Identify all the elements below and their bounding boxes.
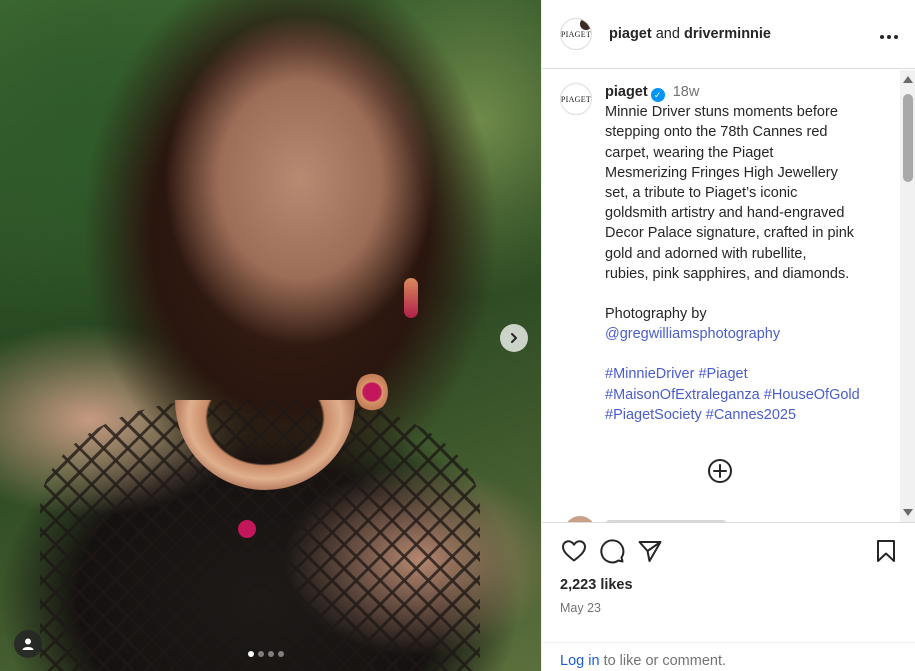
plus-circle-icon [708,459,732,483]
carousel-indicator [248,651,284,657]
post-header: PIAGET piaget and driverminnie [542,0,915,69]
photo-earring [404,278,418,318]
caption-comment: PIAGET piaget ✓ 18w Minnie Driver stuns mo… [542,70,900,425]
caption-line: Minnie Driver stuns moments before [605,104,838,121]
paper-plane-icon [638,541,662,562]
caption-line: gold and adorned with rubellite, [605,245,807,262]
save-button[interactable] [870,535,902,567]
hashtags-line[interactable]: #PiagetSociety #Cannes2025 [605,405,890,425]
author-avatar[interactable]: PIAGET [560,18,592,50]
load-more-comments-button[interactable] [706,457,734,485]
login-prompt: Log in to like or comment. [542,642,915,671]
hashtags-line[interactable]: #MinnieDriver #Piaget [605,364,890,384]
caption-line: Mesmerizing Fringes High Jewellery [605,164,838,181]
share-button[interactable] [634,535,666,567]
carousel-dot [268,651,274,657]
likes-count[interactable]: 2,223 likes [542,577,915,593]
scroll-down-arrow-icon[interactable] [903,509,913,516]
user-tag-icon [22,638,34,650]
login-prompt-text: to like or comment. [599,653,727,669]
login-link[interactable]: Log in [560,653,600,669]
collaborator-avatar[interactable] [578,19,591,32]
collaborator-username[interactable]: driverminnie [684,26,771,42]
comments-section[interactable]: PIAGET piaget ✓ 18w Minnie Driver stuns mo… [542,70,900,522]
caption-line: goldsmith artistry and hand-engraved [605,205,845,222]
comments-scrollbar[interactable] [900,70,915,522]
carousel-dot [248,651,254,657]
caption-line: stepping onto the 78th Cannes red [605,124,828,141]
caption-username[interactable]: piaget [605,84,648,100]
carousel-dot [258,651,264,657]
caption-avatar[interactable]: PIAGET [560,83,592,115]
post-authors: piaget and driverminnie [609,26,771,42]
avatar-logo-text: PIAGET [560,94,592,104]
heart-icon [562,540,586,562]
scrollbar-thumb[interactable] [903,94,913,182]
more-options-button[interactable] [879,24,899,45]
scroll-up-arrow-icon[interactable] [903,76,913,83]
post-side-panel: PIAGET piaget and driverminnie PIAGET pi… [541,0,915,671]
user-tags-button[interactable] [14,630,42,658]
authors-joiner: and [655,26,680,42]
caption-text: piaget ✓ 18w Minnie Driver stuns moments b… [605,82,890,425]
like-button[interactable] [558,535,590,567]
post-actions-area: 2,223 likes May 23 Log in to like or com… [542,522,915,671]
hashtags-line[interactable]: #MaisonOfExtraleganza #HouseOfGold [605,385,890,405]
chevron-right-icon [511,333,517,343]
photo-credit: Photography by [605,306,707,323]
caption-line: rubies, pink sapphires, and diamonds. [605,265,850,282]
comment-bubble-icon [600,539,625,564]
caption-line: carpet, wearing the Piaget [605,144,774,161]
carousel-dot [278,651,284,657]
action-bar [542,523,915,579]
caption-line: set, a tribute to Piaget’s iconic [605,185,798,202]
carousel-next-button[interactable] [500,324,528,352]
bookmark-icon [877,540,895,562]
post-date[interactable]: May 23 [542,601,915,615]
photo-pendant [238,520,256,538]
verified-badge-icon: ✓ [650,88,665,102]
caption-line: Decor Palace signature, crafted in pink [605,225,855,242]
comment-button[interactable] [596,535,628,567]
caption-age[interactable]: 18w [673,84,700,100]
post-media[interactable] [0,0,541,671]
photo-ring [356,372,388,412]
photographer-mention-link[interactable]: @gregwilliamsphotography [605,324,890,344]
more-options-icon [880,34,898,39]
author-username[interactable]: piaget [609,26,652,42]
